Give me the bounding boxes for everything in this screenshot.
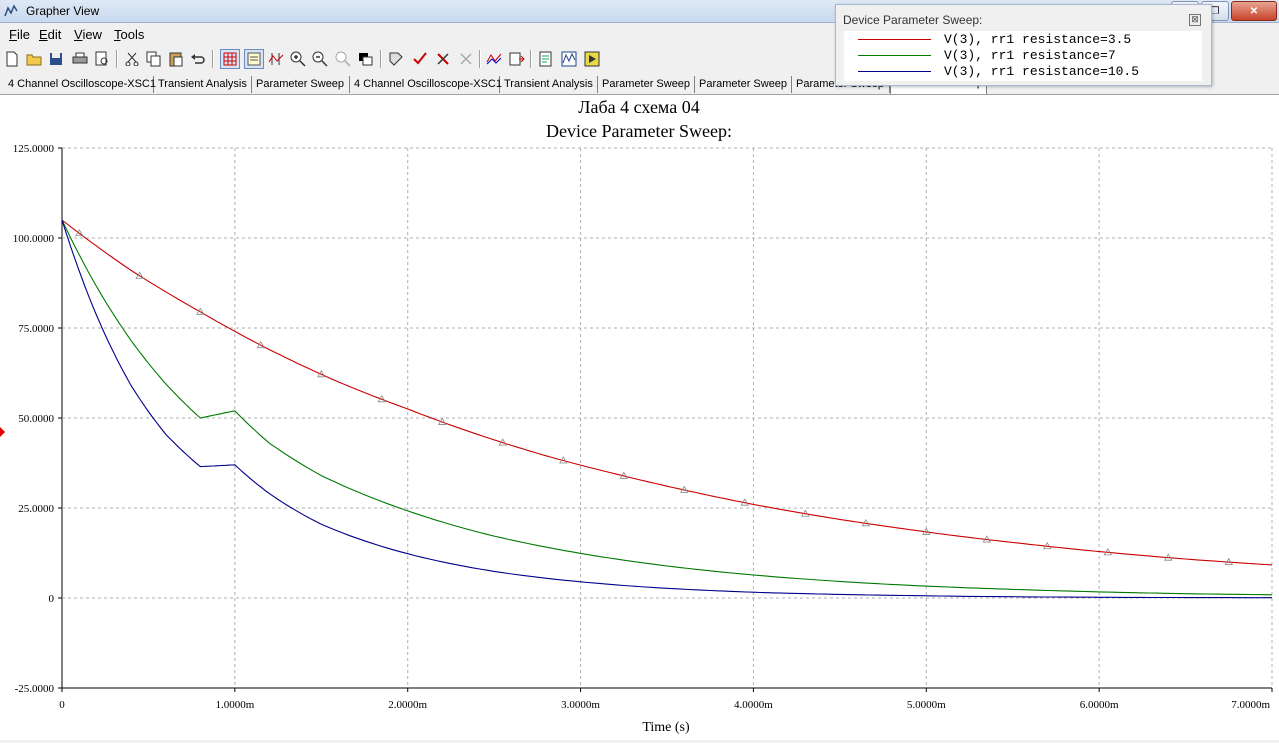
legend-item-label: V(3), rr1 resistance=3.5 — [944, 32, 1132, 47]
legend-line-blue — [858, 71, 931, 72]
y-tick-label: 0 — [49, 593, 55, 605]
y-tick-label: 75.0000 — [18, 323, 54, 335]
legend-item: V(3), rr1 resistance=7 — [844, 47, 1202, 63]
legend-item-label: V(3), rr1 resistance=10.5 — [944, 64, 1140, 79]
zoom-full-icon[interactable] — [333, 49, 353, 69]
x-tick-label: 3.0000m — [561, 699, 600, 711]
y-tick-label: 125.0000 — [13, 143, 55, 155]
tab-parameter-sweep-1[interactable]: Parameter Sweep — [252, 76, 350, 93]
toolbar-separator — [479, 50, 481, 68]
legend-item: V(3), rr1 resistance=3.5 — [844, 31, 1202, 47]
undo-icon[interactable] — [188, 49, 208, 69]
x-axis: 0 1.0000m 2.0000m 3.0000m 4.0000m 5.0000m 6.00… — [59, 699, 1270, 711]
x-tick-label: 0 — [59, 699, 65, 711]
show-cursors-icon[interactable] — [266, 49, 286, 69]
print-preview-icon[interactable] — [92, 49, 112, 69]
export-excel-icon[interactable] — [507, 49, 527, 69]
y-tick-label: 25.0000 — [18, 503, 54, 515]
toolbar-separator — [530, 50, 532, 68]
graph-area[interactable]: Лаба 4 схема 04 Device Parameter Sweep: … — [0, 95, 1279, 740]
properties-icon[interactable] — [386, 49, 406, 69]
chart-subtitle: Device Parameter Sweep: — [546, 121, 732, 141]
toolbar-separator — [116, 50, 118, 68]
x-tick-label: 5.0000m — [907, 699, 946, 711]
reverse-colors-icon[interactable] — [356, 49, 376, 69]
export-labview-icon[interactable] — [582, 49, 602, 69]
trace-cursor-icon[interactable] — [484, 49, 504, 69]
show-grid-icon[interactable] — [220, 49, 240, 69]
legend-window[interactable]: Device Parameter Sweep: ⊠ V(3), rr1 resi… — [835, 4, 1212, 86]
legend-line-red — [858, 39, 931, 40]
legend-line-green — [858, 55, 931, 56]
x-tick-label: 4.0000m — [734, 699, 773, 711]
x-tick-label: 1.0000m — [215, 699, 254, 711]
copy-icon[interactable] — [144, 49, 164, 69]
x-tick-label: 7.0000m — [1231, 699, 1270, 711]
cut-icon[interactable] — [122, 49, 142, 69]
show-legend-icon[interactable] — [244, 49, 264, 69]
toolbar-separator — [380, 50, 382, 68]
legend-title: Device Parameter Sweep: — [843, 13, 983, 27]
save-icon[interactable] — [46, 49, 66, 69]
sweep-chart[interactable]: Лаба 4 схема 04 Device Parameter Sweep: … — [0, 95, 1279, 740]
new-file-icon[interactable] — [2, 49, 22, 69]
menu-edit[interactable]: Edit — [39, 27, 61, 42]
legend-item-label: V(3), rr1 resistance=7 — [944, 48, 1116, 63]
close-button[interactable]: ✕ — [1231, 1, 1277, 21]
x-tick-label: 2.0000m — [388, 699, 427, 711]
series-line-1 — [61, 219, 1273, 566]
grid — [58, 147, 1273, 692]
y-tick-label: -25.0000 — [15, 683, 55, 695]
tab-oscilloscope-1[interactable]: 4 Channel Oscilloscope-XSC1 — [4, 76, 156, 93]
legend-close-icon[interactable]: ⊠ — [1189, 14, 1201, 26]
overlay-traces-icon[interactable] — [433, 49, 453, 69]
menu-file-rest: ile — [16, 27, 30, 42]
print-icon[interactable] — [70, 49, 90, 69]
grapher-app-icon — [4, 4, 18, 17]
menu-tools[interactable]: Tools — [114, 27, 144, 42]
y-tick-label: 50.0000 — [18, 413, 54, 425]
tab-transient-2[interactable]: Transient Analysis — [500, 76, 598, 93]
y-tick-label: 100.0000 — [13, 233, 55, 245]
zoom-in-icon[interactable] — [288, 49, 308, 69]
chart-title: Лаба 4 схема 04 — [578, 97, 699, 117]
export-measurement-icon[interactable] — [559, 49, 579, 69]
zoom-out-icon[interactable] — [310, 49, 330, 69]
legend-list: V(3), rr1 resistance=3.5 V(3), rr1 resis… — [844, 31, 1202, 81]
menu-edit-rest: dit — [47, 27, 62, 42]
tab-oscilloscope-2[interactable]: 4 Channel Oscilloscope-XSC1 — [350, 76, 502, 93]
export-lvm-icon[interactable] — [536, 49, 556, 69]
toolbar-separator — [212, 50, 214, 68]
series-line-2 — [61, 219, 1273, 596]
tab-parameter-sweep-3[interactable]: Parameter Sweep — [695, 76, 792, 93]
menu-tools-rest: ools — [120, 27, 145, 42]
export-icon[interactable] — [410, 49, 430, 69]
x-axis-label: Time (s) — [642, 720, 690, 735]
open-folder-icon[interactable] — [24, 49, 44, 69]
legend-item: V(3), rr1 resistance=10.5 — [844, 63, 1202, 79]
menu-view-rest: iew — [82, 27, 102, 42]
series-group — [61, 219, 1273, 599]
tab-parameter-sweep-2[interactable]: Parameter Sweep — [598, 76, 695, 93]
menu-view[interactable]: View — [74, 27, 102, 42]
y-axis: 125.0000 100.0000 75.0000 50.0000 25.0000 0 -2… — [13, 143, 55, 695]
paste-icon[interactable] — [166, 49, 186, 69]
add-trace-icon[interactable] — [456, 49, 476, 69]
menu-file[interactable]: File — [9, 27, 30, 42]
tab-transient-1[interactable]: Transient Analysis — [154, 76, 252, 93]
series-line-3 — [61, 219, 1272, 599]
x-tick-label: 6.0000m — [1080, 699, 1119, 711]
window-title: Grapher View — [26, 4, 100, 18]
cursor-marker-icon[interactable] — [0, 427, 5, 437]
